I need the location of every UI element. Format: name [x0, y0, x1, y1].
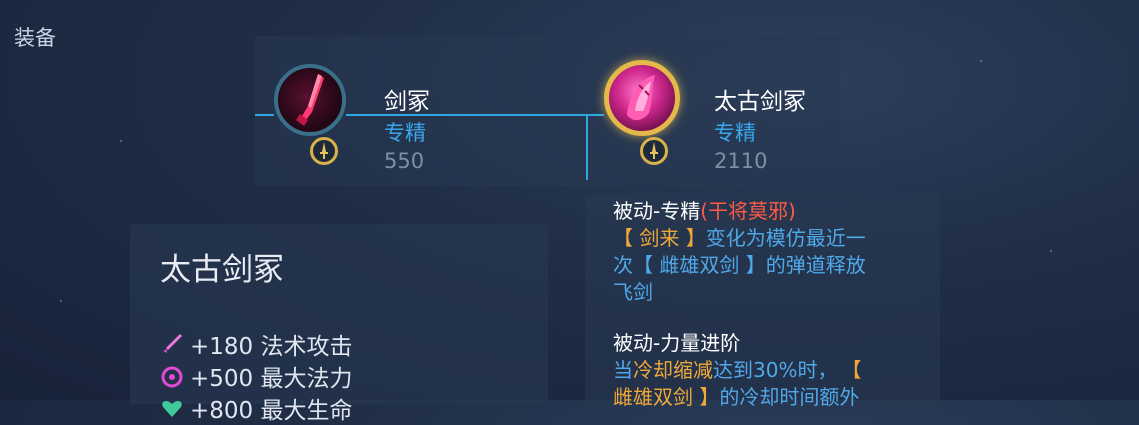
passive-1-text: 变化为模仿最近一	[705, 226, 866, 250]
item-name-ancient-sword-tomb: 太古剑冢	[714, 89, 806, 115]
background-star	[1050, 250, 1052, 252]
background-star	[980, 60, 982, 62]
passive-2-text: 当	[613, 358, 633, 382]
item-type-ancient-sword-tomb: 专精	[714, 121, 756, 145]
item-name-sword-tomb: 剑冢	[384, 89, 430, 115]
passive-2-line: 雌雄双剑 】的冷却时间额外	[613, 384, 859, 411]
skill-name-highlight: 雌雄双剑 】	[613, 385, 720, 409]
magic-attack-icon	[163, 334, 182, 353]
background-star	[60, 300, 62, 302]
stat-row-max-mana: +500 最大法力	[160, 359, 352, 393]
sword-shard-icon[interactable]	[274, 64, 346, 136]
stat-row-max-health: +800 最大生命	[160, 391, 352, 425]
stat-text: +500 最大法力	[190, 366, 353, 392]
equipment-section-label: 装备	[14, 26, 56, 50]
skill-name-highlight: 【	[851, 358, 862, 382]
background-star	[120, 140, 122, 142]
sword-badge-icon	[640, 137, 668, 165]
passive-1-title: 被动-专精	[613, 199, 701, 223]
passive-2-line: 当冷却缩减达到30%时， 【	[613, 357, 861, 384]
stat-row-magic-attack: +180 法术攻击	[160, 327, 352, 361]
passive-2-text: 达到30%时，	[713, 358, 838, 382]
stat-text: +800 最大生命	[190, 398, 353, 424]
skill-name-highlight: 【 剑来 】	[613, 226, 706, 250]
max-mana-icon	[161, 366, 183, 388]
passive-1-line: 飞剑	[613, 280, 653, 304]
passive-2-text: 的冷却时间额外	[719, 385, 860, 409]
passive-1-line: 【 剑来 】变化为模仿最近一	[613, 225, 866, 252]
ancient-sword-icon[interactable]	[604, 60, 680, 136]
stat-highlight: 冷却缩减	[633, 358, 713, 382]
sword-badge-icon	[310, 137, 338, 165]
item-price-sword-tomb: 550	[384, 149, 425, 173]
passive-2-title: 被动-力量进阶	[613, 331, 741, 355]
item-price-ancient-sword-tomb: 2110	[714, 149, 768, 173]
item-detail-title: 太古剑冢	[160, 252, 284, 288]
passive-1-tag: (干将莫邪)	[700, 199, 796, 223]
passive-1-line: 次【 雌雄双剑 】的弹道释放	[613, 253, 866, 277]
tree-connector-left	[255, 114, 274, 116]
passive-1-heading: 被动-专精(干将莫邪)	[613, 198, 796, 225]
tree-connector-down	[586, 114, 588, 180]
stat-text: +180 法术攻击	[190, 334, 353, 360]
item-type-sword-tomb: 专精	[384, 121, 426, 145]
